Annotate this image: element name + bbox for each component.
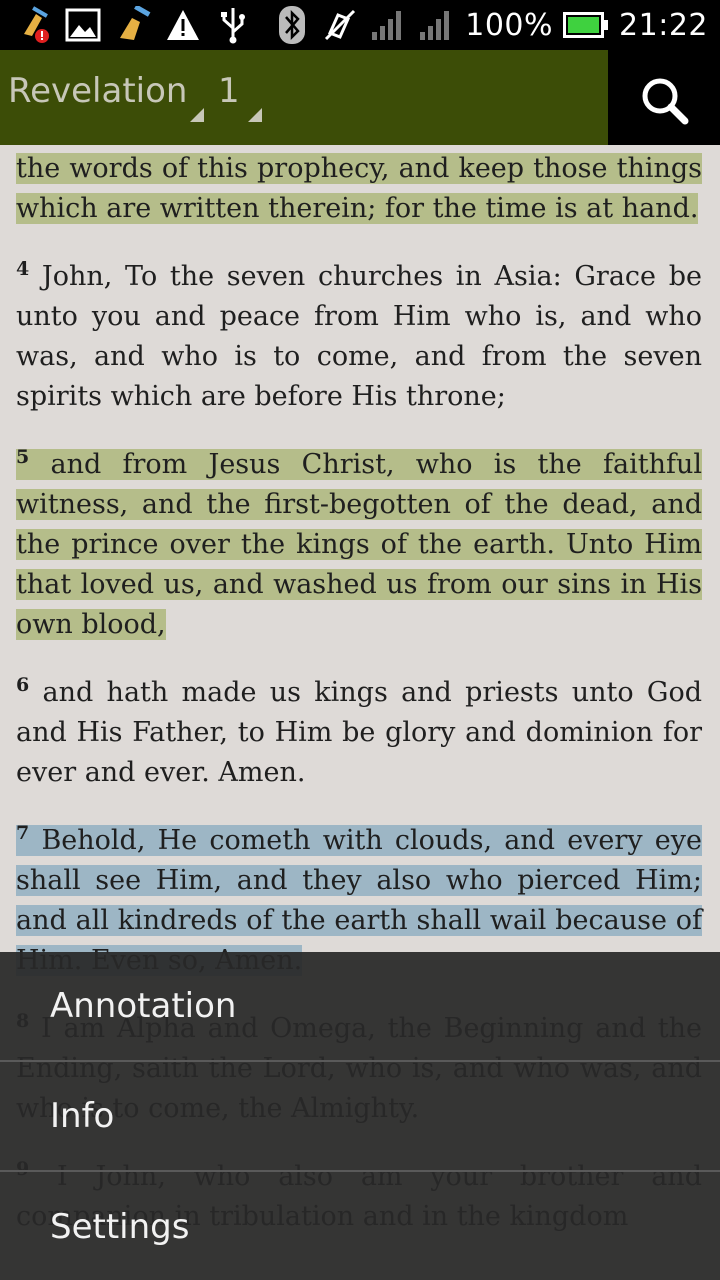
book-spinner[interactable]: Revelation <box>8 70 204 122</box>
book-name: Revelation <box>8 71 188 111</box>
notification-icons <box>0 0 252 50</box>
options-menu: Annotation Info Settings <box>0 952 720 1280</box>
dropdown-triangle-icon <box>190 108 204 122</box>
search-button[interactable] <box>640 76 690 126</box>
verse-number: 5 <box>16 446 30 468</box>
verse-number: 7 <box>16 822 30 844</box>
chapter-number: 1 <box>218 71 240 111</box>
verse-body: and hath made us kings and priests unto … <box>16 677 703 788</box>
verse[interactable]: 5 and from Jesus Christ, who is the fait… <box>16 445 702 645</box>
bluetooth-icon <box>273 6 311 44</box>
verse-number: 4 <box>16 258 30 280</box>
verse-text: the words of this prophecy, and keep tho… <box>16 153 702 224</box>
verse[interactable]: 4 John, To the seven churches in Asia: G… <box>16 257 702 417</box>
search-icon <box>642 78 689 125</box>
status-bar: 100% 21:22 <box>0 0 720 50</box>
verse-number: 6 <box>16 674 30 696</box>
app-toolbar: Revelation 1 <box>0 50 720 145</box>
navigation-selectors: Revelation 1 <box>0 50 608 145</box>
verse-body: the words of this prophecy, and keep tho… <box>16 153 702 224</box>
verse-body: John, To the seven churches in Asia: Gra… <box>16 261 702 412</box>
vibrate-off-icon <box>321 6 359 44</box>
battery-icon <box>563 6 609 44</box>
verse-body: and from Jesus Christ, who is the faithf… <box>16 449 702 640</box>
clock: 21:22 <box>619 7 708 43</box>
verse-text: 4 John, To the seven churches in Asia: G… <box>16 258 702 413</box>
dropdown-triangle-icon <box>248 108 262 122</box>
signal-icon <box>417 6 455 44</box>
menu-item-annotation[interactable]: Annotation <box>0 952 720 1062</box>
verse[interactable]: 6 and hath made us kings and priests unt… <box>16 673 702 793</box>
battery-percent: 100% <box>465 7 554 43</box>
cleaner-icon <box>114 6 152 44</box>
menu-item-info[interactable]: Info <box>0 1062 720 1172</box>
warning-icon <box>164 6 202 44</box>
chapter-spinner[interactable]: 1 <box>218 70 262 122</box>
menu-item-settings[interactable]: Settings <box>0 1172 720 1280</box>
signal-icon <box>369 6 407 44</box>
cleaner-alert-icon <box>14 6 52 44</box>
verse[interactable]: the words of this prophecy, and keep tho… <box>16 149 702 229</box>
image-icon <box>64 6 102 44</box>
verse-text: 5 and from Jesus Christ, who is the fait… <box>16 446 702 640</box>
usb-icon <box>214 6 252 44</box>
verse-text: 6 and hath made us kings and priests unt… <box>16 674 703 789</box>
system-icons: 100% 21:22 <box>273 0 720 50</box>
